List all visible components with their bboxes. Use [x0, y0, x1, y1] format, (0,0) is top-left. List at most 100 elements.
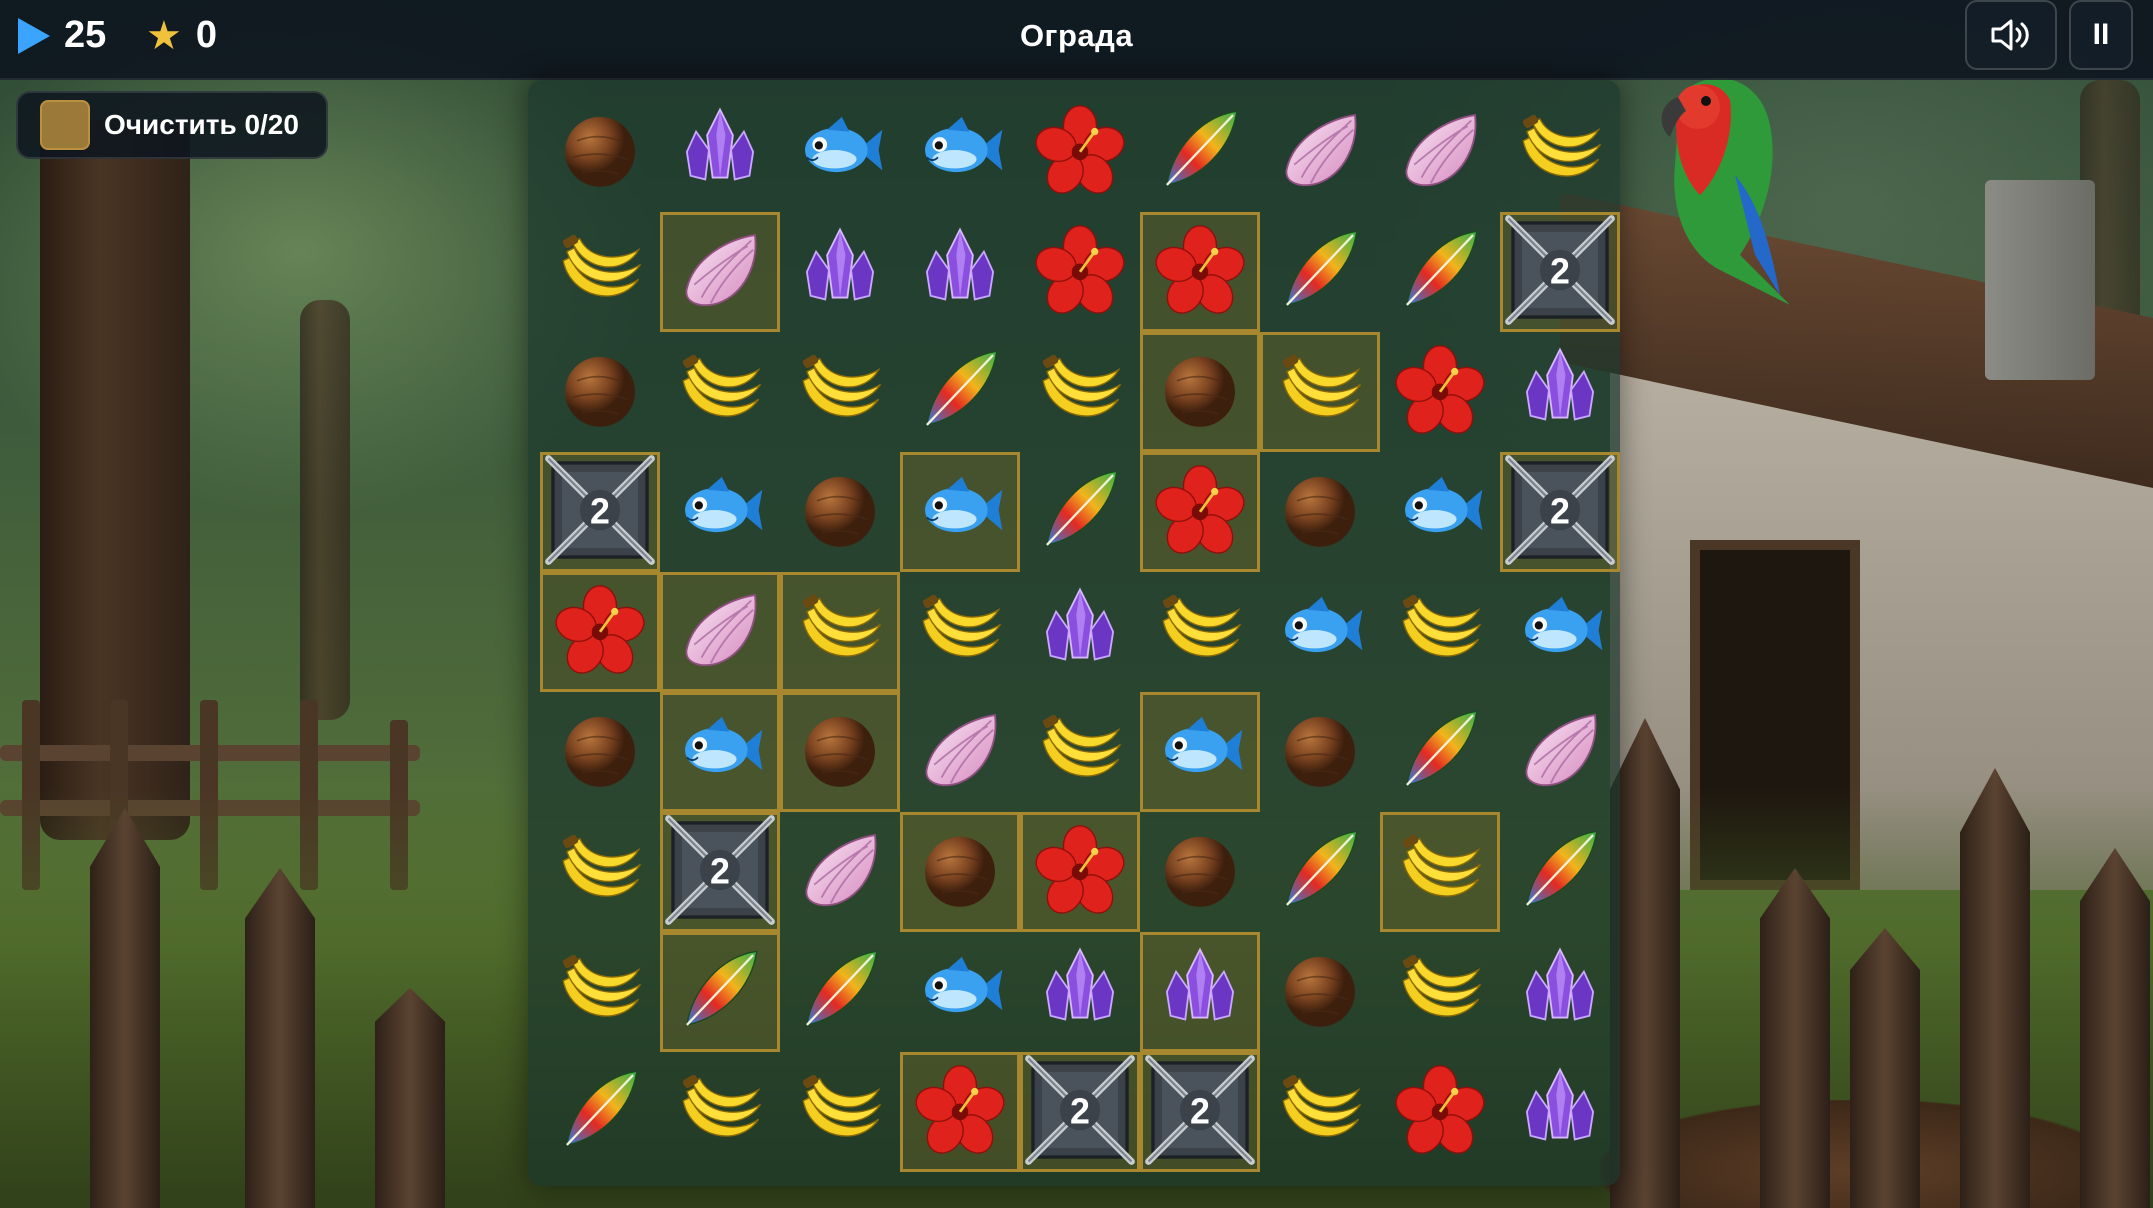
chained-block-cell[interactable]: 2 [1020, 1052, 1140, 1172]
banana-icon [554, 224, 646, 321]
board-cell[interactable] [540, 692, 660, 812]
chained-block-cell[interactable]: 2 [540, 452, 660, 572]
board-cell[interactable] [540, 572, 660, 692]
board-cell[interactable] [900, 92, 1020, 212]
chain-icon: 2 [1144, 1054, 1256, 1171]
board-cell[interactable] [1380, 452, 1500, 572]
fish-icon [1394, 464, 1486, 561]
crystal-icon [1034, 944, 1126, 1041]
board-cell[interactable] [780, 692, 900, 812]
board-cell[interactable] [1260, 92, 1380, 212]
board-cell[interactable] [1020, 812, 1140, 932]
board-cell[interactable] [1380, 932, 1500, 1052]
board-cell[interactable] [900, 572, 1020, 692]
board-cell[interactable] [1020, 452, 1140, 572]
board-cell[interactable] [900, 932, 1020, 1052]
board-cell[interactable] [1380, 692, 1500, 812]
crystal-icon [1154, 944, 1246, 1041]
board-cell[interactable] [540, 92, 660, 212]
board-cell[interactable] [540, 212, 660, 332]
board-cell[interactable] [1380, 92, 1500, 212]
board-cell[interactable] [660, 1052, 780, 1172]
board-cell[interactable] [1380, 812, 1500, 932]
board-cell[interactable] [540, 812, 660, 932]
board-cell[interactable] [1260, 1052, 1380, 1172]
board-cell[interactable] [1140, 572, 1260, 692]
board-cell[interactable] [900, 692, 1020, 812]
chained-block-cell[interactable]: 2 [1500, 212, 1620, 332]
board-cell[interactable] [1020, 932, 1140, 1052]
banana-icon [1394, 944, 1486, 1041]
board-cell[interactable] [660, 932, 780, 1052]
feather-icon [1394, 704, 1486, 801]
board-cell[interactable] [900, 1052, 1020, 1172]
board-cell[interactable] [1500, 692, 1620, 812]
board-cell[interactable] [660, 212, 780, 332]
board-cell[interactable] [1500, 92, 1620, 212]
board-cell[interactable] [1380, 1052, 1500, 1172]
board-cell[interactable] [1140, 692, 1260, 812]
board-cell[interactable] [1140, 212, 1260, 332]
board-cell[interactable] [1260, 692, 1380, 812]
board-cell[interactable] [1260, 212, 1380, 332]
board-cell[interactable] [1500, 332, 1620, 452]
board-cell[interactable] [1020, 692, 1140, 812]
board-cell[interactable] [1380, 332, 1500, 452]
board-cell[interactable] [1500, 572, 1620, 692]
board-cell[interactable] [540, 332, 660, 452]
parrot-illustration [1661, 78, 1790, 305]
board-cell[interactable] [1260, 452, 1380, 572]
board-cell[interactable] [780, 572, 900, 692]
board-cell[interactable] [1380, 212, 1500, 332]
board-cell[interactable] [1260, 812, 1380, 932]
board-cell[interactable] [1380, 572, 1500, 692]
board-cell[interactable] [660, 572, 780, 692]
board-cell[interactable] [1020, 92, 1140, 212]
board-cell[interactable] [1500, 1052, 1620, 1172]
board-cell[interactable] [540, 932, 660, 1052]
board-cell[interactable] [1140, 932, 1260, 1052]
fish-icon [1154, 704, 1246, 801]
board-cell[interactable] [900, 812, 1020, 932]
board-cell[interactable] [900, 212, 1020, 332]
chained-block-cell[interactable]: 2 [1140, 1052, 1260, 1172]
board-cell[interactable] [780, 92, 900, 212]
board-cell[interactable] [1500, 812, 1620, 932]
shell-icon [794, 824, 886, 921]
top-bar: 25 ★ 0 Ограда II [0, 0, 2153, 80]
board-cell[interactable] [1500, 932, 1620, 1052]
sound-button[interactable] [1965, 0, 2057, 70]
board-cell[interactable] [660, 452, 780, 572]
board-cell[interactable] [1020, 332, 1140, 452]
coconut-icon [1274, 464, 1366, 561]
board-cell[interactable] [780, 452, 900, 572]
board-cell[interactable] [1260, 932, 1380, 1052]
feather-icon [554, 1064, 646, 1161]
board-cell[interactable] [1020, 212, 1140, 332]
board-cell[interactable] [1140, 812, 1260, 932]
board-cell[interactable] [780, 932, 900, 1052]
board-cell[interactable] [780, 1052, 900, 1172]
chained-block-cell[interactable]: 2 [660, 812, 780, 932]
board-cell[interactable] [780, 212, 900, 332]
board-cell[interactable] [1260, 332, 1380, 452]
banana-icon [914, 584, 1006, 681]
board-cell[interactable] [780, 332, 900, 452]
board-cell[interactable] [1260, 572, 1380, 692]
board-cell[interactable] [660, 92, 780, 212]
coconut-icon [1154, 344, 1246, 441]
board-cell[interactable] [900, 452, 1020, 572]
board-cell[interactable] [660, 332, 780, 452]
board-cell[interactable] [540, 1052, 660, 1172]
banana-icon [1394, 584, 1486, 681]
pause-button[interactable]: II [2069, 0, 2133, 70]
board-cell[interactable] [1020, 572, 1140, 692]
board-cell[interactable] [1140, 452, 1260, 572]
chained-block-cell[interactable]: 2 [1500, 452, 1620, 572]
board-cell[interactable] [1140, 92, 1260, 212]
board-cell[interactable] [900, 332, 1020, 452]
board-cell[interactable] [780, 812, 900, 932]
board-cell[interactable] [660, 692, 780, 812]
board-cell[interactable] [1140, 332, 1260, 452]
fish-icon [914, 464, 1006, 561]
